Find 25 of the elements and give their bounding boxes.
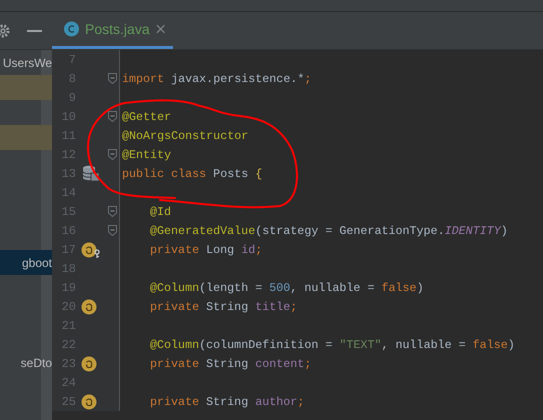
tree-item[interactable]: UsersWe bbox=[0, 50, 52, 75]
class-icon bbox=[64, 21, 80, 37]
fold-icon[interactable] bbox=[108, 149, 116, 160]
code-line: import javax.persistence.*; bbox=[122, 72, 312, 86]
settings-icon[interactable] bbox=[0, 24, 10, 38]
code-line: public class Posts { bbox=[122, 166, 262, 180]
code-line: @Column(columnDefinition = "TEXT", nullable = false) bbox=[150, 338, 515, 352]
code-line: private String title; bbox=[150, 300, 298, 314]
code-line: @Column(length = 500, nullable = false) bbox=[150, 280, 424, 294]
code-line: @Getter bbox=[122, 110, 172, 124]
fold-icon[interactable] bbox=[108, 73, 116, 84]
code-line: private Long id; bbox=[150, 242, 262, 256]
fold-icon[interactable] bbox=[108, 111, 116, 122]
code-line: @Id bbox=[150, 204, 172, 218]
close-icon[interactable] bbox=[156, 24, 165, 34]
minimize-icon[interactable] bbox=[27, 30, 42, 32]
tree-item[interactable]: seDto bbox=[0, 350, 52, 375]
code-line: @GeneratedValue(strategy = GenerationType.IDENTITY) bbox=[150, 224, 508, 238]
tree-item[interactable]: gboot bbox=[0, 250, 52, 275]
code-line: private String author; bbox=[150, 394, 304, 408]
fold-icon[interactable] bbox=[108, 225, 116, 236]
code-line: private String content; bbox=[150, 356, 312, 370]
code-line: @Entity bbox=[122, 148, 172, 162]
fold-icon[interactable] bbox=[108, 206, 116, 217]
code-line: @NoArgsConstructor bbox=[122, 128, 248, 142]
